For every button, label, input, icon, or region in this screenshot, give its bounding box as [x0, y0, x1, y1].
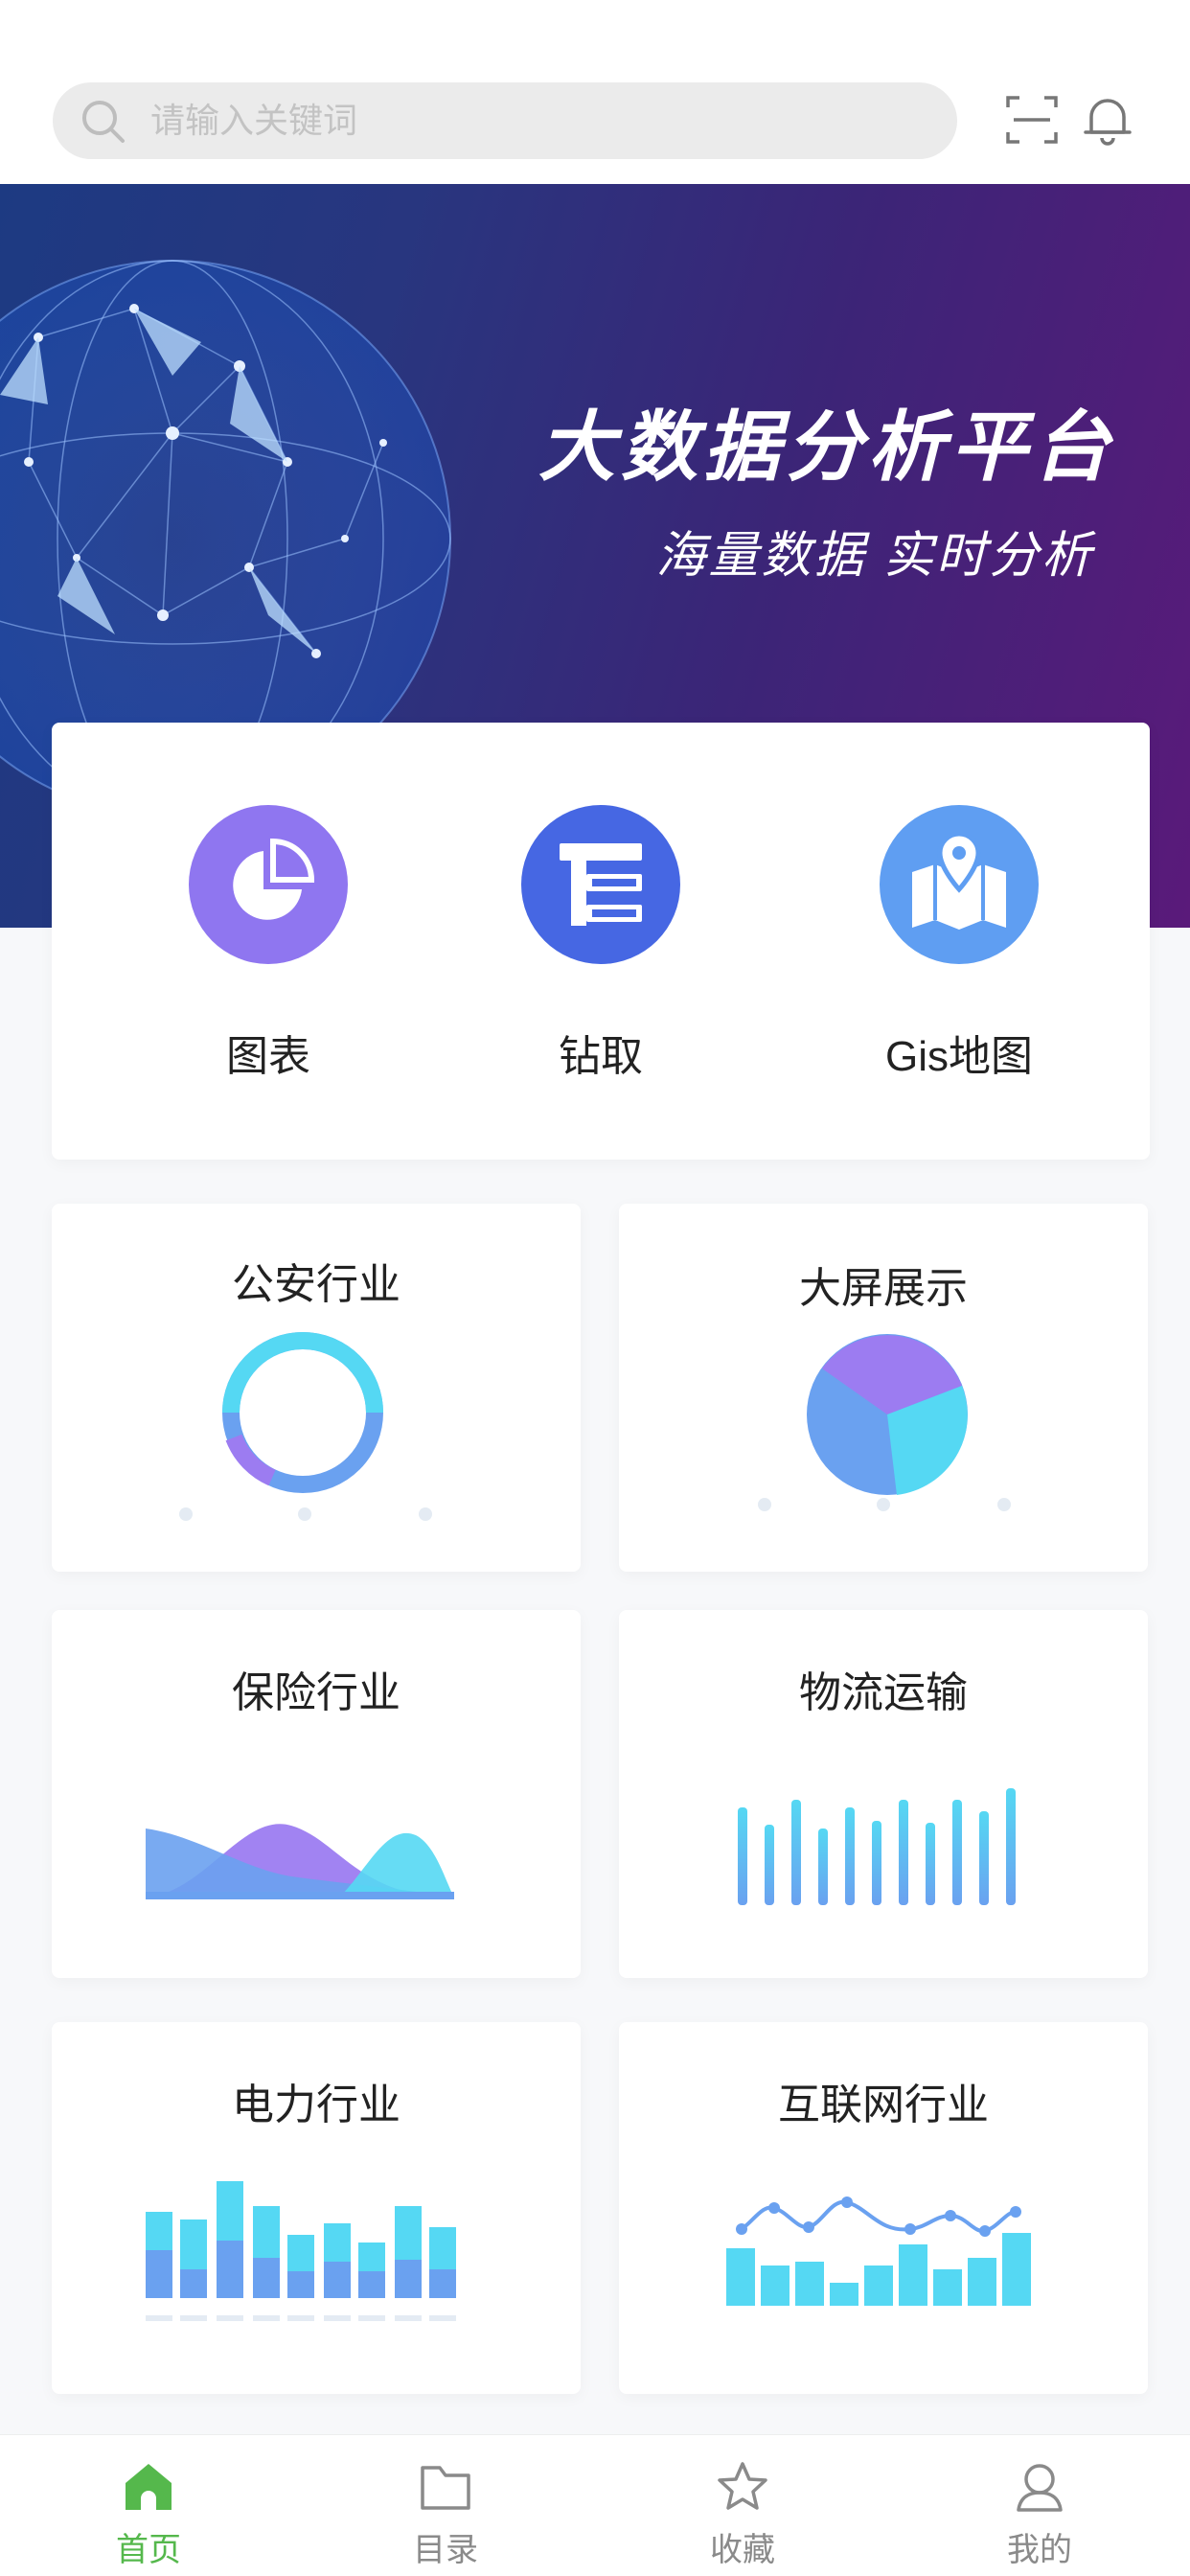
card-title: 物流运输 [799, 1669, 968, 1716]
stacked-bar-icon [146, 2181, 456, 2321]
pie-chart-icon [189, 805, 348, 964]
bar-chart-icon [738, 1788, 1016, 1905]
drill-icon [521, 805, 680, 964]
bottom-tab-bar: 首页 目录 收藏 我的 [0, 2434, 1190, 2576]
user-icon [1017, 2464, 1063, 2512]
star-icon [718, 2462, 767, 2510]
tab-profile-label: 我的 [1007, 2532, 1072, 2568]
card-title: 保险行业 [232, 1669, 400, 1716]
quick-action-gis-map[interactable]: Gis地图 [815, 805, 1103, 1083]
card-title: 电力行业 [232, 2082, 400, 2128]
search-bar[interactable]: 请输入关键词 [53, 82, 957, 159]
search-placeholder[interactable]: 请输入关键词 [150, 82, 357, 159]
tab-home-label: 首页 [116, 2532, 181, 2568]
tab-favorites[interactable]: 收藏 [594, 2435, 891, 2576]
pie-chart-icon [758, 1334, 1011, 1511]
card-title: 互联网行业 [778, 2082, 989, 2128]
quick-actions-panel: 图表 钻取 Gis地图 [52, 723, 1150, 1160]
map-pin-icon [880, 805, 1039, 964]
card-power[interactable]: 电力行业 [52, 2022, 581, 2394]
card-title: 公安行业 [232, 1261, 400, 1308]
card-internet[interactable]: 互联网行业 [619, 2022, 1148, 2394]
banner-title: 大数据分析平台 [538, 404, 1115, 490]
scan-icon[interactable] [1004, 92, 1060, 148]
card-public-security[interactable]: 公安行业 [52, 1204, 581, 1572]
tab-catalog[interactable]: 目录 [297, 2435, 594, 2576]
tab-profile[interactable]: 我的 [891, 2435, 1188, 2576]
quick-action-gis-label: Gis地图 [885, 1033, 1033, 1080]
folder-icon [421, 2466, 470, 2510]
card-insurance[interactable]: 保险行业 [52, 1610, 581, 1978]
tab-home[interactable]: 首页 [0, 2435, 297, 2576]
quick-action-chart-label: 图表 [226, 1033, 310, 1080]
donut-chart-icon [179, 1332, 432, 1521]
card-title: 大屏展示 [799, 1265, 968, 1312]
card-big-screen[interactable]: 大屏展示 [619, 1204, 1148, 1572]
home-icon [126, 2464, 172, 2510]
banner-subtitle: 海量数据 实时分析 [655, 528, 1094, 584]
quick-action-chart[interactable]: 图表 [125, 805, 412, 1083]
quick-action-drill[interactable]: 钻取 [457, 805, 744, 1083]
tab-catalog-label: 目录 [413, 2532, 478, 2568]
area-chart-icon [146, 1824, 454, 1899]
bar-line-chart-icon [726, 2196, 1031, 2306]
card-logistics[interactable]: 物流运输 [619, 1610, 1148, 1978]
tab-favorites-label: 收藏 [710, 2532, 775, 2568]
bell-icon[interactable] [1080, 92, 1135, 148]
quick-action-drill-label: 钻取 [559, 1033, 643, 1080]
search-icon [82, 101, 125, 143]
top-bar: 请输入关键词 [0, 0, 1190, 184]
